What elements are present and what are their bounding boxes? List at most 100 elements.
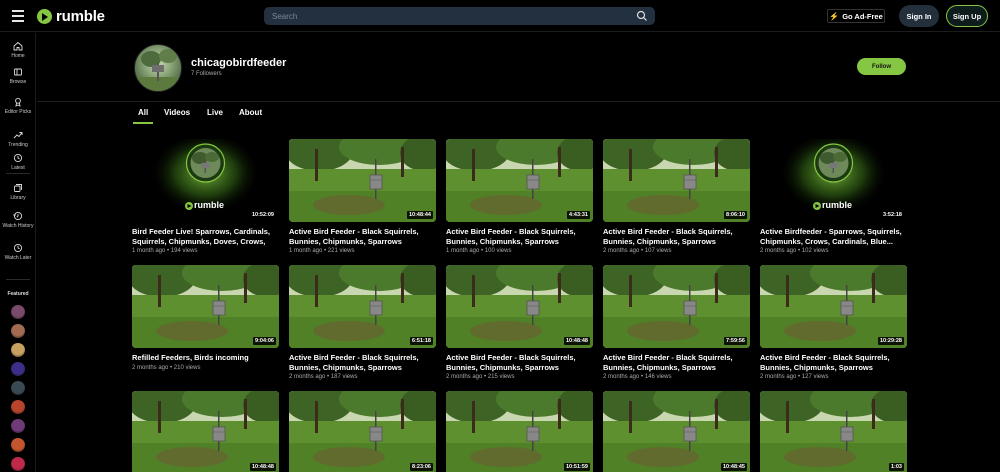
tab-live[interactable]: Live (207, 108, 223, 117)
sidebar-item-latest[interactable]: Latest (0, 153, 36, 171)
video-title[interactable]: Active Birdfeeder - Sparrows, Squirrels,… (760, 227, 907, 246)
hamburger-menu-icon[interactable] (12, 10, 24, 22)
video-card[interactable]: 4:43:31 Active Bird Feeder - Black Squirr… (446, 139, 593, 254)
video-thumbnail-image (760, 265, 907, 348)
sidebar-item-library[interactable]: Library (0, 183, 36, 201)
featured-channel-avatar[interactable] (11, 419, 25, 433)
video-card[interactable]: rumble 10:52:09 Bird Feeder Live! Sparrows… (132, 139, 279, 254)
video-thumbnail[interactable]: 10:48:48 (446, 265, 593, 348)
video-thumbnail[interactable]: rumble 3:52:18 (760, 139, 907, 222)
video-thumbnail-image (132, 391, 279, 472)
library-icon (14, 184, 22, 192)
video-card[interactable]: 6:51:18 Active Bird Feeder - Black Squirr… (289, 265, 436, 380)
video-card[interactable]: 8:23:06 (289, 391, 436, 472)
video-card[interactable]: 10:48:45 (603, 391, 750, 472)
featured-channel-avatar[interactable] (11, 362, 25, 376)
video-card[interactable]: 1:03 (760, 391, 907, 472)
video-thumbnail[interactable]: 4:43:31 (446, 139, 593, 222)
featured-channel-avatar[interactable] (11, 400, 25, 414)
video-thumbnail[interactable]: 10:48:45 (603, 391, 750, 472)
video-card[interactable]: 10:48:48 (132, 391, 279, 472)
rumble-logo[interactable]: rumble (37, 8, 105, 25)
video-title[interactable]: Bird Feeder Live! Sparrows, Cardinals, S… (132, 227, 279, 246)
sidebar-item-editor-picks[interactable]: Editor Picks (0, 97, 36, 115)
sidebar-item-home[interactable]: Home (0, 41, 36, 59)
channel-follower-count: 7 Followers (191, 71, 222, 77)
sidebar-item-trending[interactable]: Trending (0, 130, 36, 148)
featured-channel-avatar[interactable] (11, 305, 25, 319)
video-duration: 7:59:56 (724, 337, 747, 345)
video-title[interactable]: Refilled Feeders, Birds incoming (132, 353, 279, 363)
video-title[interactable]: Active Bird Feeder - Black Squirrels, Bu… (760, 353, 907, 372)
video-thumbnail[interactable]: rumble 10:52:09 (132, 139, 279, 222)
video-thumbnail-image (446, 139, 593, 222)
search-bar (264, 7, 655, 25)
follow-button[interactable]: Follow (857, 58, 906, 75)
video-meta: 1 month ago • 194 views (132, 248, 198, 254)
video-thumbnail-image (446, 391, 593, 472)
top-bar: rumble ⚡ Go Ad-Free Sign In Sign Up (0, 0, 1000, 32)
video-meta: 2 months ago • 215 views (446, 374, 515, 380)
sign-up-button[interactable]: Sign Up (946, 5, 988, 27)
sign-in-button[interactable]: Sign In (899, 5, 939, 27)
video-duration: 10:48:48 (563, 337, 590, 345)
video-card[interactable]: 10:48:44 Active Bird Feeder - Black Squir… (289, 139, 436, 254)
video-card[interactable]: 10:29:28 Active Bird Feeder - Black Squir… (760, 265, 907, 380)
sidebar-divider (6, 173, 30, 174)
go-ad-free-button[interactable]: ⚡ Go Ad-Free (827, 9, 885, 23)
video-thumbnail[interactable]: 7:59:56 (603, 265, 750, 348)
video-duration: 1:03 (888, 463, 904, 471)
video-title[interactable]: Active Bird Feeder - Black Squirrels, Bu… (603, 353, 750, 372)
video-duration: 6:51:18 (410, 337, 433, 345)
tab-videos[interactable]: Videos (164, 108, 190, 117)
video-thumbnail[interactable]: 8:23:06 (289, 391, 436, 472)
video-meta: 1 month ago • 221 views (289, 248, 355, 254)
search-input[interactable] (272, 9, 632, 23)
tab-about[interactable]: About (239, 108, 262, 117)
featured-channel-avatar[interactable] (11, 381, 25, 395)
clock-icon (13, 153, 23, 163)
sidebar-item-label: Watch Later (4, 255, 32, 261)
thumbnail-logo-text: rumble (822, 200, 853, 210)
featured-label: Featured (7, 291, 29, 297)
search-icon[interactable] (636, 10, 648, 22)
sidebar-item-browse[interactable]: Browse (0, 67, 36, 85)
video-title[interactable]: Active Bird Feeder - Black Squirrels, Bu… (603, 227, 750, 246)
video-meta: 2 months ago • 187 views (289, 374, 358, 380)
video-title[interactable]: Active Bird Feeder - Black Squirrels, Bu… (446, 227, 593, 246)
featured-channel-avatar[interactable] (11, 438, 25, 452)
video-duration: 10:29:28 (877, 337, 904, 345)
sidebar-item-watch-history[interactable]: Watch History (0, 211, 36, 229)
video-thumbnail-image (603, 265, 750, 348)
video-title[interactable]: Active Bird Feeder - Black Squirrels, Bu… (289, 353, 436, 372)
video-title[interactable]: Active Bird Feeder - Black Squirrels, Bu… (446, 353, 593, 372)
bolt-icon: ⚡ (829, 11, 840, 21)
video-card[interactable]: 10:48:48 Active Bird Feeder - Black Squir… (446, 265, 593, 380)
video-card[interactable]: 9:04:06 Refilled Feeders, Birds incoming 2… (132, 265, 279, 371)
video-card[interactable]: 10:51:59 (446, 391, 593, 472)
featured-channel-avatar[interactable] (11, 343, 25, 357)
featured-channel-avatar[interactable] (11, 457, 25, 471)
history-icon (13, 211, 23, 221)
video-meta: 1 month ago • 100 views (446, 248, 512, 254)
video-duration: 4:43:31 (567, 211, 590, 219)
video-thumbnail[interactable]: 10:48:44 (289, 139, 436, 222)
video-thumbnail[interactable]: 10:48:48 (132, 391, 279, 472)
video-thumbnail[interactable]: 1:03 (760, 391, 907, 472)
video-thumbnail[interactable]: 10:51:59 (446, 391, 593, 472)
video-card[interactable]: 8:06:10 Active Bird Feeder - Black Squirr… (603, 139, 750, 254)
video-meta: 2 months ago • 107 views (603, 248, 672, 254)
video-thumbnail[interactable]: 10:29:28 (760, 265, 907, 348)
sidebar-item-label: Library (10, 195, 26, 201)
video-duration: 9:04:06 (253, 337, 276, 345)
video-title[interactable]: Active Bird Feeder - Black Squirrels, Bu… (289, 227, 436, 246)
channel-avatar[interactable] (134, 44, 182, 92)
sidebar-item-watch-later[interactable]: Watch Later (0, 243, 36, 261)
video-card[interactable]: rumble 3:52:18 Active Birdfeeder - Sparrow… (760, 139, 907, 254)
featured-channel-avatar[interactable] (11, 324, 25, 338)
video-thumbnail[interactable]: 9:04:06 (132, 265, 279, 348)
video-card[interactable]: 7:59:56 Active Bird Feeder - Black Squirr… (603, 265, 750, 380)
tab-all[interactable]: All (132, 108, 154, 124)
video-thumbnail[interactable]: 8:06:10 (603, 139, 750, 222)
video-thumbnail[interactable]: 6:51:18 (289, 265, 436, 348)
